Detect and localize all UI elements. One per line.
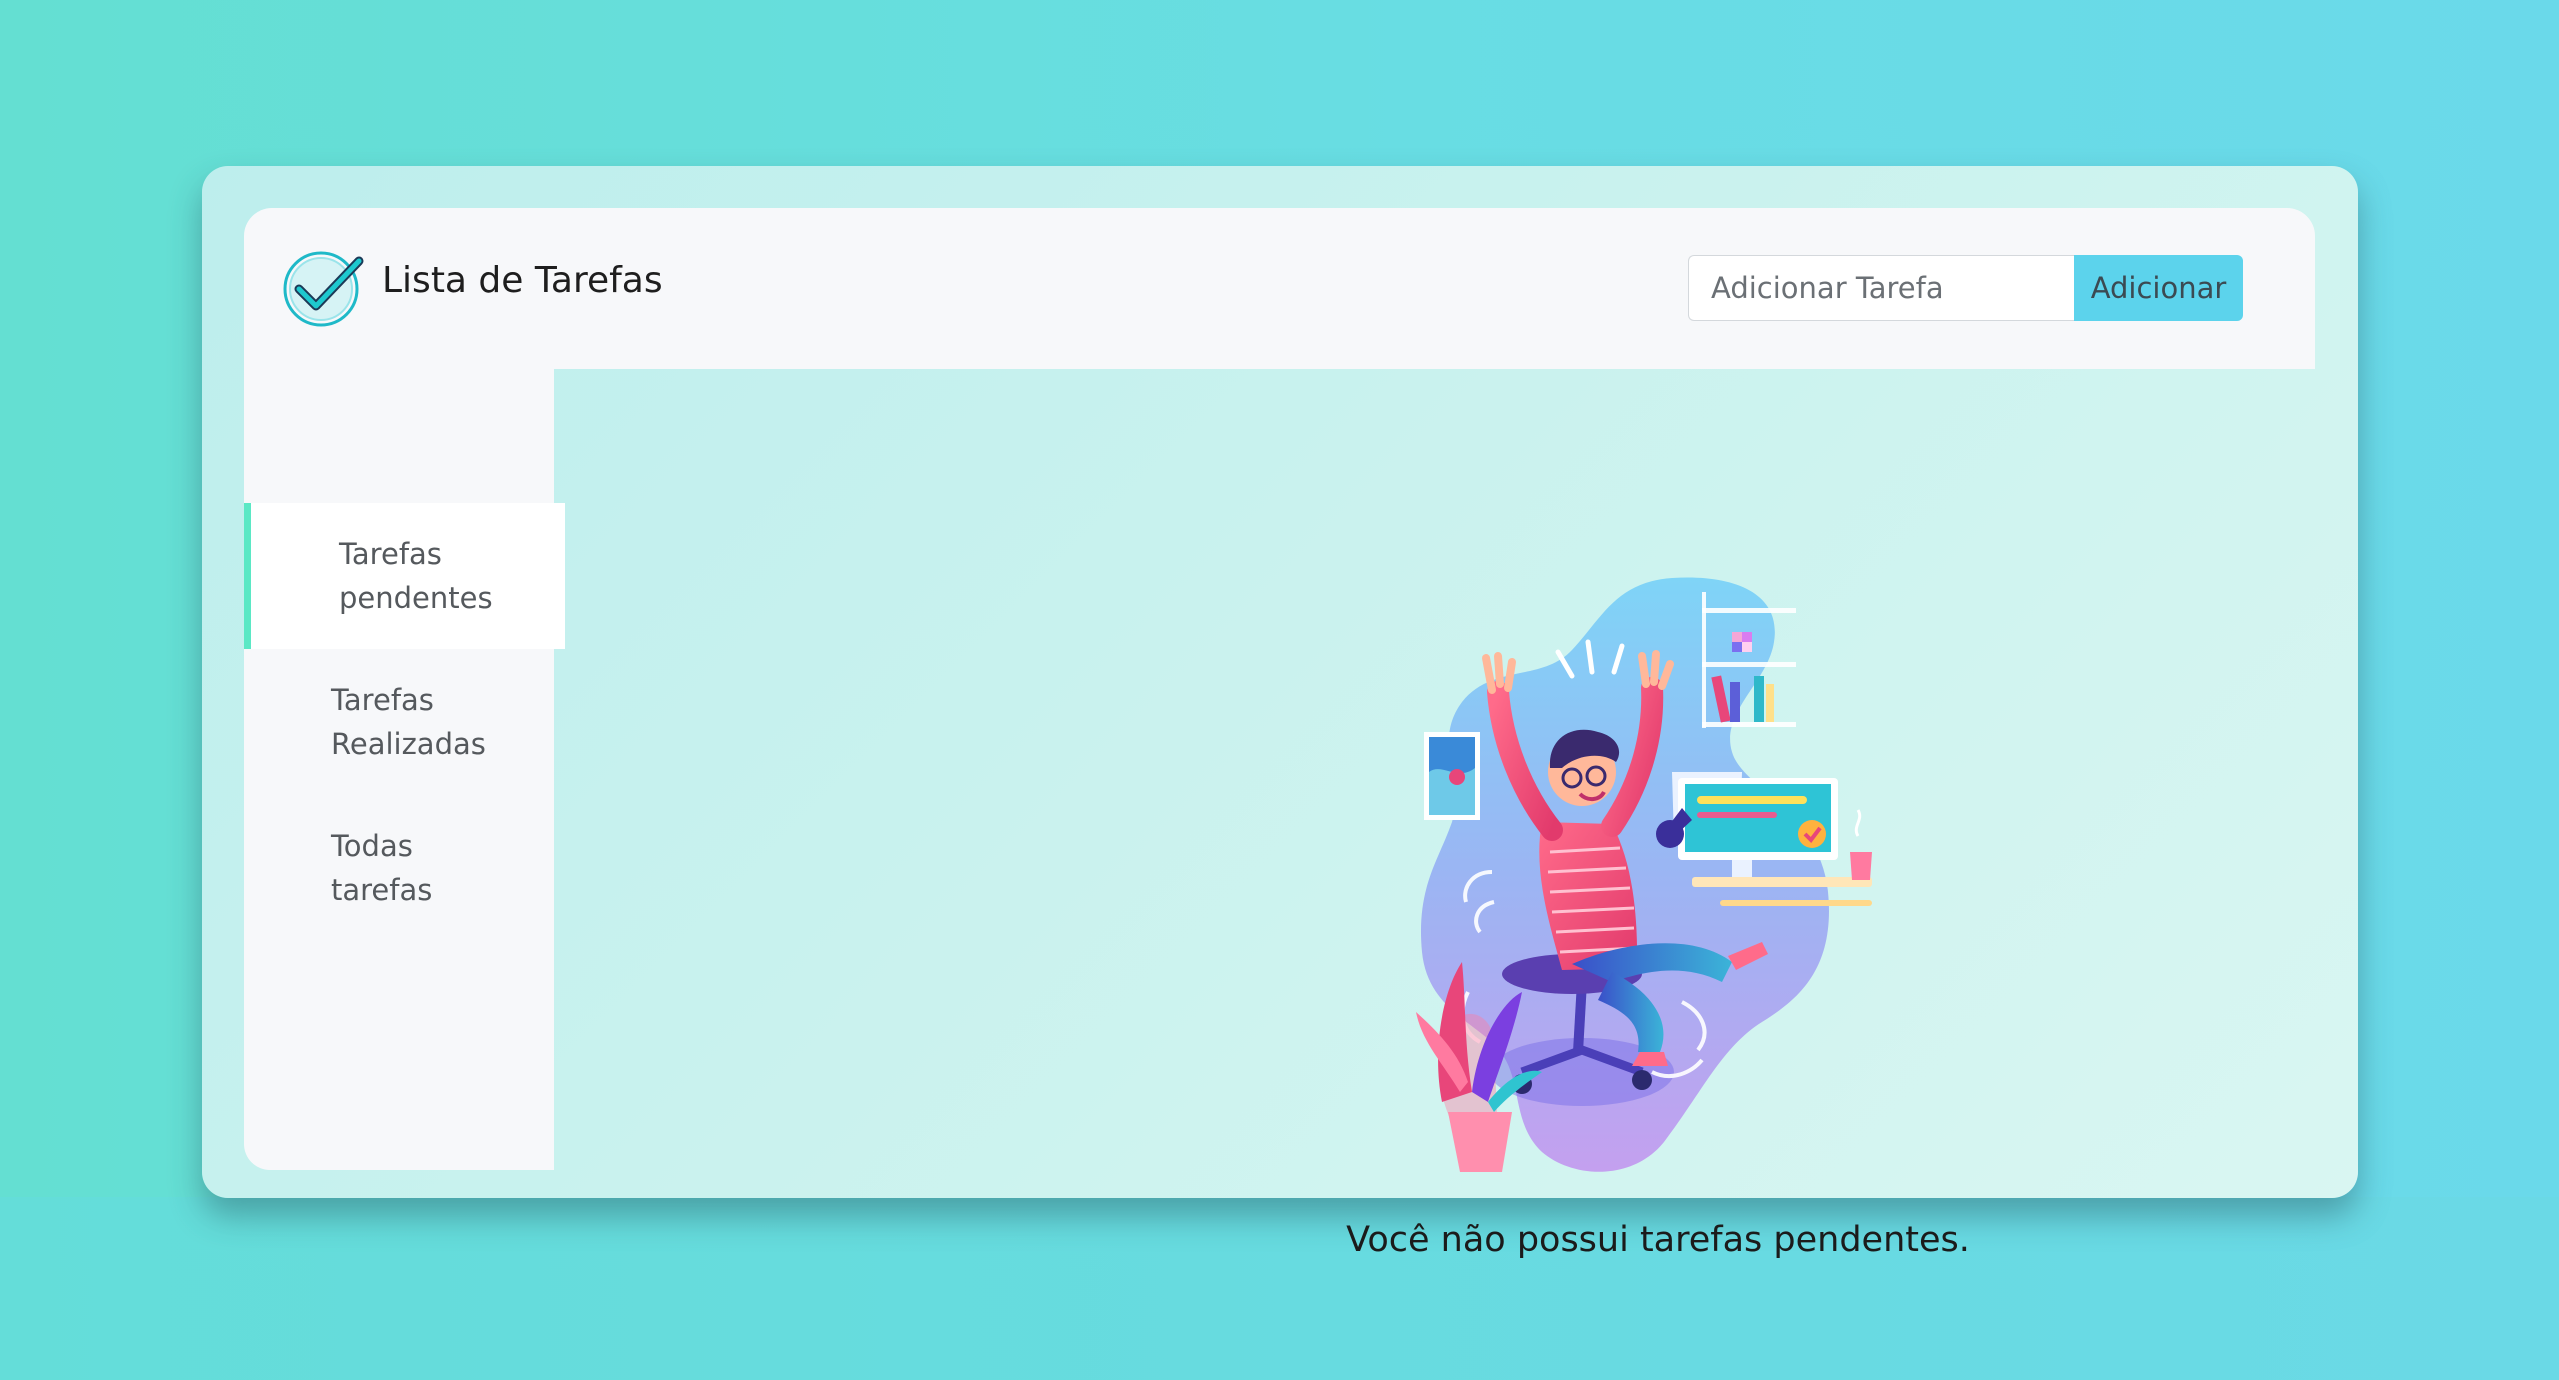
app-card: Lista de Tarefas Adicionar Tarefas pende… (202, 166, 2358, 1260)
sidebar-item-label: Todas (331, 829, 413, 863)
sidebar-item-label: Tarefas (339, 537, 442, 571)
add-task-button[interactable]: Adicionar (2074, 255, 2243, 321)
empty-state-message: Você não possui tarefas pendentes. (1346, 1220, 1970, 1260)
sidebar-item-all[interactable]: Todas tarefas (244, 795, 564, 941)
app-title: Lista de Tarefas (382, 260, 663, 301)
celebrating-person-illustration (1416, 577, 1872, 1172)
sidebar: Tarefas pendentes Tarefas Realizadas Tod… (244, 369, 565, 1170)
add-task-input[interactable] (1688, 255, 2076, 321)
check-circle-icon (283, 251, 364, 327)
sidebar-item-label: Realizadas (331, 727, 486, 761)
sidebar-item-label: pendentes (339, 581, 493, 615)
sidebar-item-done[interactable]: Tarefas Realizadas (244, 649, 564, 795)
sidebar-item-pending[interactable]: Tarefas pendentes (244, 503, 565, 649)
sidebar-item-label: tarefas (331, 873, 433, 907)
sidebar-item-label: Tarefas (331, 683, 434, 717)
app-header: Lista de Tarefas Adicionar (244, 208, 2315, 369)
